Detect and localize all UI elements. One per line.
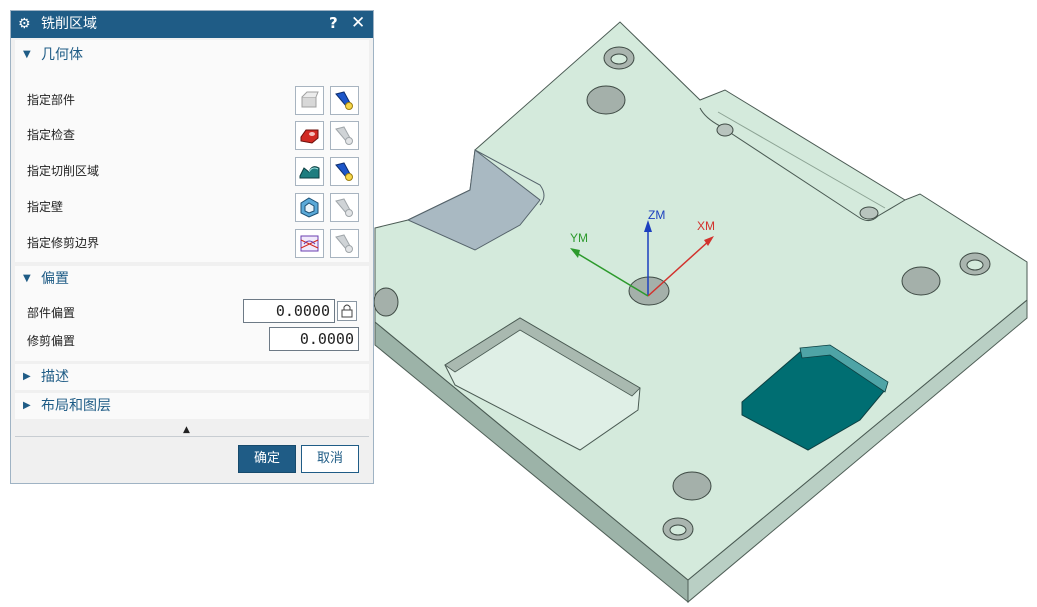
- hole: [610, 53, 628, 65]
- layout-group-header[interactable]: ▶ 布局和图层: [15, 395, 369, 419]
- part-model[interactable]: [373, 21, 1028, 604]
- flashlight-icon[interactable]: [330, 229, 359, 258]
- hole: [373, 287, 399, 317]
- geometry-group: ▼ 几何体 指定部件 指定检查 指定切削区域 指定壁 指定修剪边界: [15, 40, 369, 262]
- specify-trim-boundary-label: 指定修剪边界: [27, 236, 100, 250]
- trim-offset-input[interactable]: 0.0000: [269, 327, 359, 351]
- close-button[interactable]: ✕: [351, 14, 365, 32]
- group-title: 偏置: [41, 271, 69, 287]
- lock-icon[interactable]: [337, 301, 357, 321]
- axis-label-z: ZM: [648, 208, 665, 222]
- layout-group: ▶ 布局和图层: [15, 393, 369, 419]
- part-offset-input[interactable]: 0.0000: [243, 299, 335, 323]
- flashlight-icon[interactable]: [330, 86, 359, 115]
- flashlight-icon[interactable]: [330, 157, 359, 186]
- gear-icon: ⚙: [18, 16, 31, 32]
- geometry-group-header[interactable]: ▼ 几何体: [15, 44, 369, 68]
- hole: [669, 524, 687, 536]
- select-trim-boundary-button[interactable]: [295, 229, 324, 258]
- flashlight-icon[interactable]: [330, 193, 359, 222]
- flashlight-icon[interactable]: [330, 121, 359, 150]
- specify-check-label: 指定检查: [27, 128, 76, 142]
- group-title: 布局和图层: [41, 398, 111, 414]
- axis-label-x: XM: [697, 219, 715, 233]
- cavity-mill-dialog: ⚙ 铣削区域 ? ✕ ▼ 几何体 指定部件 指定检查 指定切削区域 指定壁 指定…: [10, 10, 374, 484]
- expand-down-icon: ▼: [23, 273, 31, 284]
- group-title: 几何体: [41, 47, 83, 63]
- axis-label-y: YM: [570, 231, 588, 245]
- expand-right-icon: ▶: [23, 371, 31, 382]
- hole: [628, 276, 670, 306]
- part-offset-label: 部件偏置: [27, 306, 76, 320]
- hole: [859, 206, 879, 220]
- select-wall-button[interactable]: [295, 193, 324, 222]
- select-part-button[interactable]: [295, 86, 324, 115]
- hole: [672, 471, 712, 501]
- offset-group-header[interactable]: ▼ 偏置: [15, 268, 369, 292]
- description-group: ▶ 描述: [15, 364, 369, 390]
- hole: [586, 85, 626, 115]
- description-group-header[interactable]: ▶ 描述: [15, 366, 369, 390]
- expand-right-icon: ▶: [23, 400, 31, 411]
- select-check-button[interactable]: [295, 121, 324, 150]
- hole: [716, 123, 734, 137]
- hole: [966, 259, 984, 271]
- cancel-button[interactable]: 取消: [301, 445, 359, 473]
- help-button[interactable]: ?: [329, 15, 338, 32]
- specify-cut-area-label: 指定切削区域: [27, 164, 100, 178]
- select-cut-area-button[interactable]: [295, 157, 324, 186]
- specify-wall-label: 指定壁: [27, 200, 64, 214]
- group-title: 描述: [41, 369, 69, 385]
- collapse-dialog-button[interactable]: ▲: [183, 424, 190, 436]
- ok-button[interactable]: 确定: [238, 445, 296, 473]
- expand-down-icon: ▼: [23, 49, 31, 60]
- specify-part-label: 指定部件: [27, 93, 76, 107]
- offset-group: ▼ 偏置 部件偏置 0.0000 修剪偏置 0.0000: [15, 266, 369, 361]
- footer-divider: [15, 436, 369, 437]
- trim-offset-label: 修剪偏置: [27, 334, 76, 348]
- hole: [901, 266, 941, 296]
- dialog-titlebar[interactable]: ⚙ 铣削区域 ? ✕: [11, 11, 373, 38]
- dialog-title: 铣削区域: [41, 16, 97, 32]
